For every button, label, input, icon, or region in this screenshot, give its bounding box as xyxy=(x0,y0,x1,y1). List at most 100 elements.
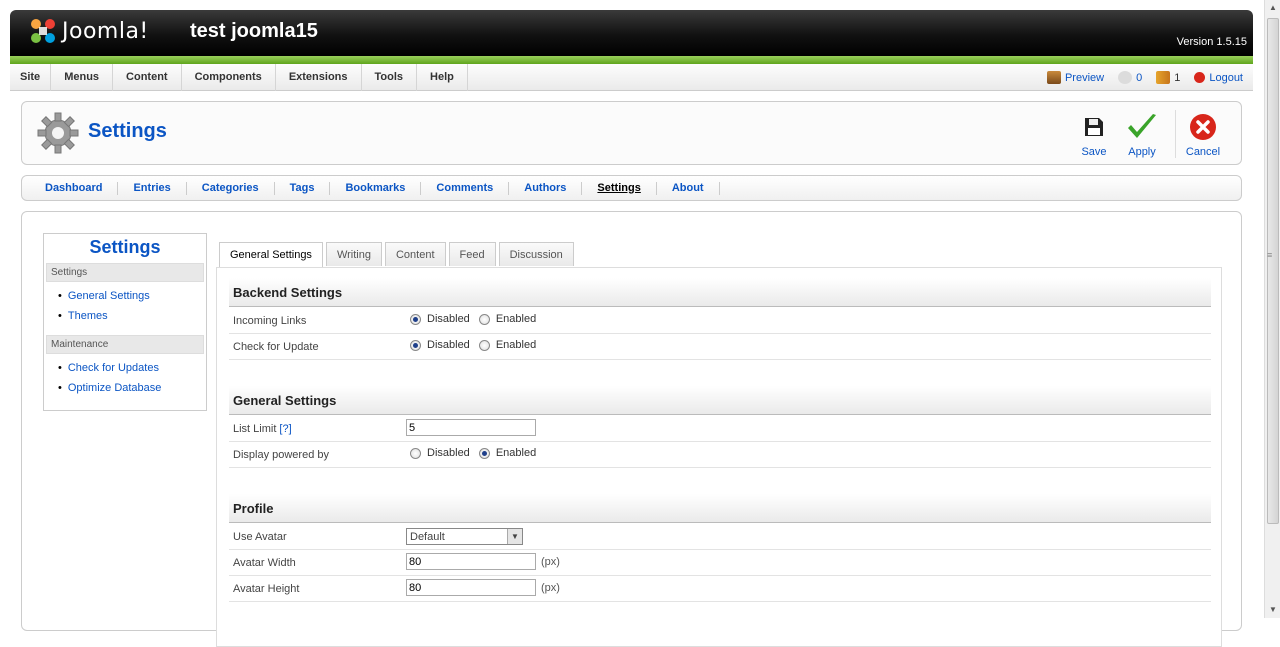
side-maintenance-list: Check for Updates Optimize Database xyxy=(44,354,206,402)
save-button[interactable]: Save xyxy=(1069,112,1119,158)
incoming-links-disabled-radio[interactable] xyxy=(410,313,421,325)
side-link-themes[interactable]: Themes xyxy=(58,306,206,326)
avatar-width-label: Avatar Width xyxy=(233,557,296,569)
list-limit-input[interactable] xyxy=(406,419,536,436)
menu-extensions[interactable]: Extensions xyxy=(276,64,362,91)
tab-discussion[interactable]: Discussion xyxy=(498,242,574,266)
scrollbar-thumb[interactable] xyxy=(1267,18,1279,524)
radio-label-enabled: Enabled xyxy=(495,447,537,459)
avatar-width-unit: (px) xyxy=(541,555,560,568)
nav-dashboard[interactable]: Dashboard xyxy=(30,181,119,195)
row-use-avatar: Use Avatar Default ▼ xyxy=(229,524,1211,550)
nav-comments[interactable]: Comments xyxy=(421,181,510,195)
menu-help[interactable]: Help xyxy=(417,64,468,91)
side-settings-list: General Settings Themes xyxy=(44,282,206,330)
cancel-label: Cancel xyxy=(1185,146,1221,158)
incoming-links-enabled-radio[interactable] xyxy=(478,313,490,325)
use-avatar-label: Use Avatar xyxy=(233,531,287,543)
side-link-check-updates[interactable]: Check for Updates xyxy=(58,358,206,378)
menu-components[interactable]: Components xyxy=(182,64,276,91)
preview-label[interactable]: Preview xyxy=(1065,72,1104,84)
section-backend-settings: Backend Settings xyxy=(229,278,1211,307)
use-avatar-select[interactable]: Default ▼ xyxy=(406,528,523,545)
messages-icon xyxy=(1118,71,1133,84)
cancel-icon xyxy=(1190,114,1216,140)
side-link-optimize-db[interactable]: Optimize Database xyxy=(58,378,206,398)
radio-label-disabled: Disabled xyxy=(427,447,470,459)
scroll-down-arrow-icon[interactable]: ▼ xyxy=(1265,602,1280,618)
apply-label: Apply xyxy=(1128,146,1156,158)
menu-site[interactable]: Site xyxy=(10,64,52,91)
messages-count[interactable]: 0 xyxy=(1136,72,1142,84)
avatar-height-input[interactable] xyxy=(406,579,536,596)
section-profile: Profile xyxy=(229,494,1211,523)
radio-label-enabled: Enabled xyxy=(495,313,537,325)
nav-entries[interactable]: Entries xyxy=(118,181,187,195)
cancel-button[interactable]: Cancel xyxy=(1178,112,1228,158)
users-online: 1 xyxy=(1156,71,1180,84)
scroll-up-arrow-icon[interactable]: ▲ xyxy=(1265,0,1280,16)
general-settings-panel: Backend Settings Incoming Links Disabled… xyxy=(216,267,1222,647)
status-bar: Preview 0 1 Logout xyxy=(1046,64,1243,91)
tab-content[interactable]: Content xyxy=(384,242,446,266)
check-update-enabled-radio[interactable] xyxy=(478,339,490,351)
use-avatar-selected: Default xyxy=(410,530,445,543)
nav-categories[interactable]: Categories xyxy=(187,181,275,195)
users-count: 1 xyxy=(1174,71,1181,84)
tab-feed[interactable]: Feed xyxy=(448,242,496,266)
apply-button[interactable]: Apply xyxy=(1117,112,1167,158)
site-name: test joomla15 xyxy=(190,20,318,42)
logout-icon xyxy=(1194,72,1206,83)
nav-tags[interactable]: Tags xyxy=(275,181,331,195)
powered-by-disabled-radio[interactable] xyxy=(410,447,421,459)
users-icon xyxy=(1156,71,1171,84)
side-group-settings: Settings xyxy=(46,263,204,282)
menu-content[interactable]: Content xyxy=(113,64,182,91)
logo-wordmark: Joomla! xyxy=(62,18,149,44)
logout-label[interactable]: Logout xyxy=(1209,72,1243,84)
avatar-width-input[interactable] xyxy=(406,553,536,570)
row-check-update: Check for Update Disabled Enabled xyxy=(229,334,1211,360)
admin-header: Joomla! test joomla15 Version 1.5.15 xyxy=(10,10,1253,56)
avatar-height-label: Avatar Height xyxy=(233,583,300,595)
side-link-general-settings[interactable]: General Settings xyxy=(58,286,206,306)
page-scrollbar[interactable]: ▲ ≡ ▼ xyxy=(1264,0,1280,618)
list-limit-label: List Limit xyxy=(233,423,277,435)
logout-link[interactable]: Logout xyxy=(1194,72,1243,84)
nav-settings[interactable]: Settings xyxy=(582,181,657,195)
side-panel-title: Settings xyxy=(89,237,161,257)
messages-link[interactable]: 0 xyxy=(1118,71,1142,84)
component-nav: Dashboard Entries Categories Tags Bookma… xyxy=(21,175,1242,201)
save-icon xyxy=(1085,118,1103,136)
save-label: Save xyxy=(1081,146,1107,158)
section-general-settings: General Settings xyxy=(229,386,1211,415)
tab-general-settings[interactable]: General Settings xyxy=(219,242,323,268)
check-update-disabled-radio[interactable] xyxy=(410,339,421,351)
row-powered-by: Display powered by Disabled Enabled xyxy=(229,442,1211,468)
powered-by-label: Display powered by xyxy=(233,449,329,461)
nav-authors[interactable]: Authors xyxy=(509,181,583,195)
radio-label-disabled: Disabled xyxy=(427,313,470,325)
header-accent-bar xyxy=(10,56,1253,64)
radio-label-disabled: Disabled xyxy=(427,339,470,351)
menu-tools[interactable]: Tools xyxy=(362,64,418,91)
version-label: Version 1.5.15 xyxy=(1176,36,1247,48)
preview-icon xyxy=(1046,71,1061,84)
row-avatar-width: Avatar Width (px) xyxy=(229,550,1211,576)
row-list-limit: List Limit [?] xyxy=(229,416,1211,442)
list-limit-help-link[interactable]: [?] xyxy=(279,423,291,435)
tab-writing[interactable]: Writing xyxy=(325,242,382,266)
menu-menus[interactable]: Menus xyxy=(51,64,114,91)
powered-by-enabled-radio[interactable] xyxy=(478,447,490,459)
preview-link[interactable]: Preview xyxy=(1046,71,1104,84)
nav-about[interactable]: About xyxy=(657,181,720,195)
joomla-logo: Joomla! xyxy=(28,16,149,46)
incoming-links-label: Incoming Links xyxy=(233,315,307,327)
row-avatar-height: Avatar Height (px) xyxy=(229,576,1211,602)
main-menu-bar: Site Menus Content Components Extensions… xyxy=(10,64,1253,91)
joomla-logo-icon xyxy=(31,19,55,43)
nav-bookmarks[interactable]: Bookmarks xyxy=(330,181,422,195)
toolbar-separator xyxy=(1175,110,1176,158)
chevron-down-icon: ▼ xyxy=(507,529,522,544)
avatar-height-unit: (px) xyxy=(541,581,560,594)
